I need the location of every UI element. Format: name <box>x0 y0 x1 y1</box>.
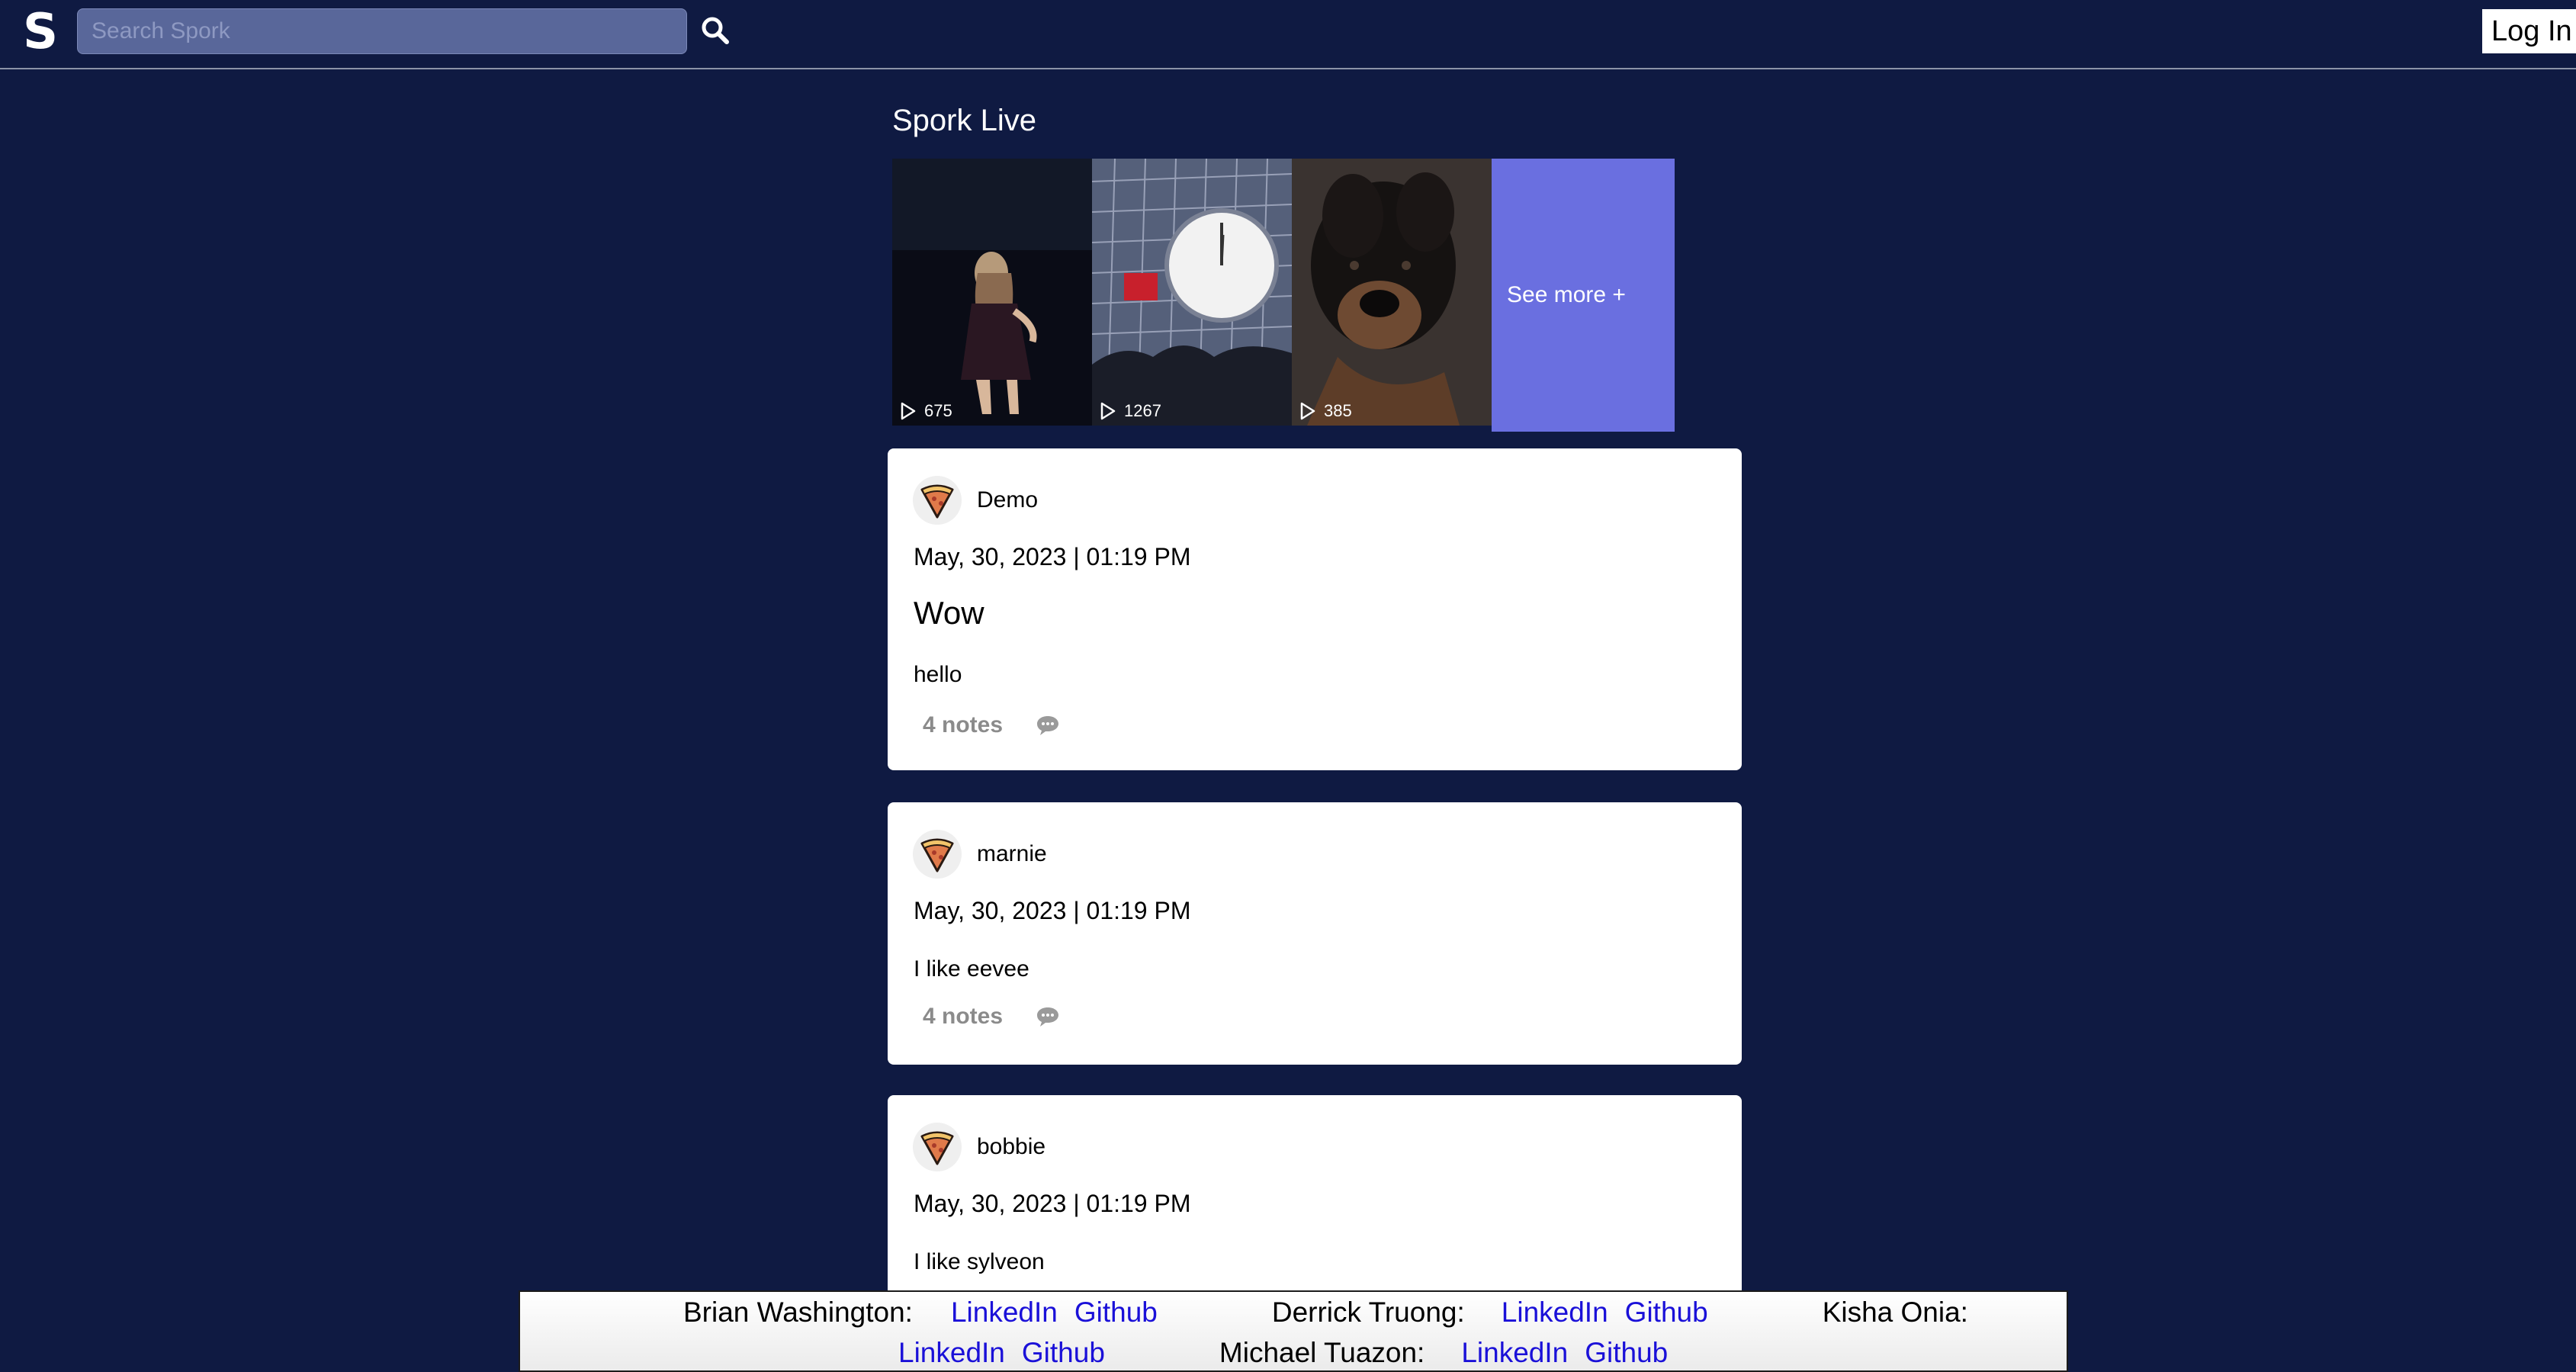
author-name[interactable]: Demo <box>977 487 1038 513</box>
post-author[interactable]: Demo <box>913 476 1038 525</box>
video-play-count: 675 <box>900 401 952 421</box>
see-more-button[interactable]: See more + <box>1492 159 1675 432</box>
dog-thumbnail <box>1292 159 1492 426</box>
notes-count[interactable]: 4 notes <box>923 712 1003 738</box>
post-footer: 4 notes <box>923 1004 1061 1030</box>
linkedin-link[interactable]: LinkedIn <box>951 1296 1058 1329</box>
post-date: May, 30, 2023 | 01:19 PM <box>914 1190 1191 1217</box>
credit-name: Brian Washington: <box>683 1296 913 1328</box>
author-name[interactable]: marnie <box>977 841 1047 867</box>
play-count-value: 1267 <box>1124 401 1161 420</box>
video-play-count: 1267 <box>1100 401 1161 421</box>
post-footer: 4 notes <box>923 712 1061 738</box>
play-icon <box>901 402 916 420</box>
login-button[interactable]: Log In <box>2482 9 2576 53</box>
footer-row-1: Brian Washington: LinkedIn Github Derric… <box>683 1296 1968 1329</box>
spork-logo[interactable]: S <box>23 5 58 59</box>
concert-screen-thumbnail <box>1092 159 1292 426</box>
comment-icon[interactable] <box>1035 714 1061 737</box>
github-link[interactable]: Github <box>1585 1337 1668 1369</box>
comment-icon[interactable] <box>1035 1005 1061 1028</box>
live-section-title: Spork Live <box>892 104 1036 137</box>
play-icon <box>1100 402 1116 420</box>
search-input[interactable] <box>77 8 687 54</box>
live-video-2[interactable]: 1267 <box>1092 159 1292 426</box>
post-author[interactable]: marnie <box>913 830 1047 879</box>
github-link[interactable]: Github <box>1074 1296 1158 1329</box>
notes-count[interactable]: 4 notes <box>923 1004 1003 1030</box>
pizza-slice-icon <box>920 838 954 872</box>
credit-name: Kisha Onia: <box>1822 1296 1968 1328</box>
github-link[interactable]: Github <box>1022 1337 1105 1369</box>
linkedin-link[interactable]: LinkedIn <box>898 1337 1005 1369</box>
post-title: Wow <box>914 595 984 631</box>
live-video-strip: 675 1267 385 See more + <box>892 159 1675 432</box>
avatar[interactable] <box>913 476 962 525</box>
live-video-1[interactable]: 675 <box>892 159 1092 426</box>
play-icon <box>1300 402 1315 420</box>
credit-name: Michael Tuazon: <box>1219 1337 1425 1368</box>
search-icon[interactable] <box>700 15 731 46</box>
avatar[interactable] <box>913 1123 962 1171</box>
post-body: I like sylveon <box>914 1249 1045 1274</box>
post-date: May, 30, 2023 | 01:19 PM <box>914 543 1191 570</box>
post-author[interactable]: bobbie <box>913 1123 1045 1171</box>
credit-name: Derrick Truong: <box>1271 1296 1465 1328</box>
video-play-count: 385 <box>1299 401 1352 421</box>
avatar[interactable] <box>913 830 962 879</box>
top-nav: S Log In <box>0 0 2576 69</box>
author-name[interactable]: bobbie <box>977 1134 1045 1160</box>
linkedin-link[interactable]: LinkedIn <box>1502 1296 1608 1329</box>
performer-thumbnail <box>892 159 1092 426</box>
play-count-value: 675 <box>924 401 952 420</box>
play-count-value: 385 <box>1324 401 1352 420</box>
post-body: I like eevee <box>914 956 1029 982</box>
github-link[interactable]: Github <box>1625 1296 1708 1329</box>
post-date: May, 30, 2023 | 01:19 PM <box>914 897 1191 924</box>
pizza-slice-icon <box>920 484 954 519</box>
post-body: hello <box>914 662 962 687</box>
post-card: Demo May, 30, 2023 | 01:19 PM Wow hello … <box>888 448 1742 770</box>
post-card: marnie May, 30, 2023 | 01:19 PM I like e… <box>888 802 1742 1065</box>
live-video-3[interactable]: 385 <box>1292 159 1492 426</box>
pizza-slice-icon <box>920 1131 954 1165</box>
linkedin-link[interactable]: LinkedIn <box>1461 1337 1568 1369</box>
footer-row-2: LinkedIn Github Michael Tuazon: LinkedIn… <box>898 1337 1668 1369</box>
credits-footer: Brian Washington: LinkedIn Github Derric… <box>519 1290 2068 1372</box>
